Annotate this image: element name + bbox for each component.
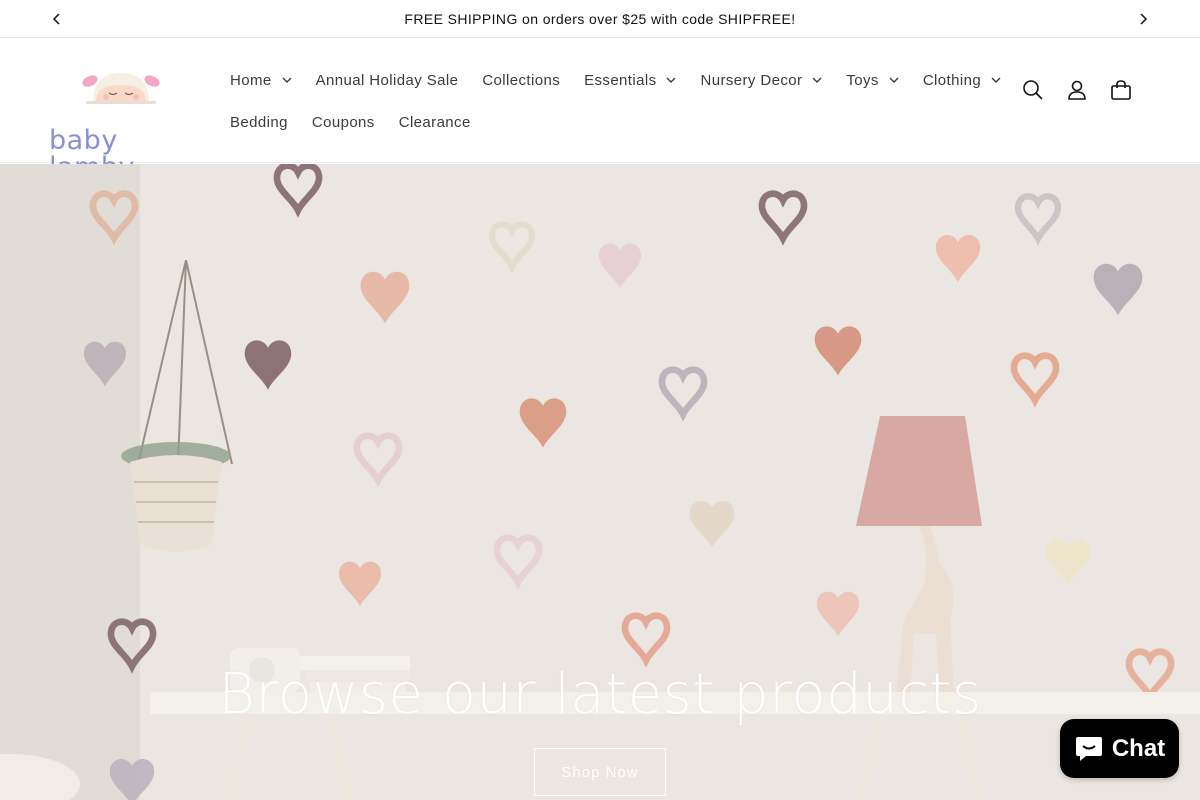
shop-now-button[interactable]: Shop Now	[534, 748, 666, 796]
nav-label: Clearance	[398, 113, 471, 131]
cart-icon	[1111, 80, 1131, 100]
nav-item-clothing[interactable]: Clothing	[911, 59, 1013, 101]
main-navigation: Home Annual Holiday Sale Collections Ess…	[218, 59, 1001, 143]
chevron-right-icon	[1140, 13, 1148, 25]
nav-row-primary: Home Annual Holiday Sale Collections Ess…	[218, 59, 1001, 101]
search-icon	[1023, 80, 1043, 100]
account-button[interactable]	[1066, 79, 1088, 101]
nav-label: Home	[230, 71, 272, 89]
chevron-left-icon	[52, 13, 60, 25]
nav-item-bedding[interactable]: Bedding	[218, 101, 300, 143]
cart-button[interactable]	[1110, 79, 1132, 101]
lamb-logo-icon	[82, 73, 160, 104]
chevron-down-icon	[889, 77, 899, 83]
nav-row-secondary: Bedding Coupons Clearance	[218, 101, 978, 143]
announcement-bar: FREE SHIPPING on orders over $25 with co…	[0, 0, 1200, 38]
announcement-text: FREE SHIPPING on orders over $25 with co…	[404, 10, 796, 27]
nav-label: Nursery Decor	[700, 71, 803, 89]
nav-item-home[interactable]: Home	[218, 59, 304, 101]
nav-item-collections[interactable]: Collections	[470, 59, 572, 101]
nav-label: Essentials	[584, 71, 657, 89]
nav-label: Annual Holiday Sale	[315, 71, 459, 89]
brand-logo[interactable]: baby lamby	[46, 65, 196, 181]
chevron-down-icon	[282, 77, 292, 83]
chat-label: Chat	[1111, 734, 1166, 762]
chevron-down-icon	[991, 77, 1001, 83]
chevron-down-icon	[812, 77, 822, 83]
site-header: baby lamby Home Annual Holiday Sale Coll…	[0, 39, 1200, 181]
search-button[interactable]	[1022, 79, 1044, 101]
nav-item-annual-holiday-sale[interactable]: Annual Holiday Sale	[304, 59, 471, 101]
chat-bubble-icon	[1075, 736, 1102, 761]
hero-title: Browse our latest products	[218, 662, 982, 727]
nav-label: Coupons	[311, 113, 375, 131]
announcement-next-button[interactable]	[1130, 6, 1156, 32]
announcement-prev-button[interactable]	[44, 6, 70, 32]
nav-item-toys[interactable]: Toys	[834, 59, 910, 101]
nav-label: Bedding	[230, 113, 288, 131]
nav-label: Toys	[846, 71, 879, 89]
nav-label: Clothing	[922, 71, 982, 89]
nav-item-clearance[interactable]: Clearance	[387, 101, 483, 143]
nav-item-nursery-decor[interactable]: Nursery Decor	[688, 59, 834, 101]
nav-label: Collections	[482, 71, 561, 89]
account-icon	[1068, 80, 1086, 100]
hero-banner: Browse our latest products Shop Now	[0, 164, 1200, 800]
nav-item-coupons[interactable]: Coupons	[300, 101, 387, 143]
chat-button[interactable]: Chat	[1060, 719, 1179, 778]
chevron-down-icon	[666, 77, 676, 83]
nav-item-essentials[interactable]: Essentials	[572, 59, 688, 101]
header-actions	[1022, 79, 1132, 101]
